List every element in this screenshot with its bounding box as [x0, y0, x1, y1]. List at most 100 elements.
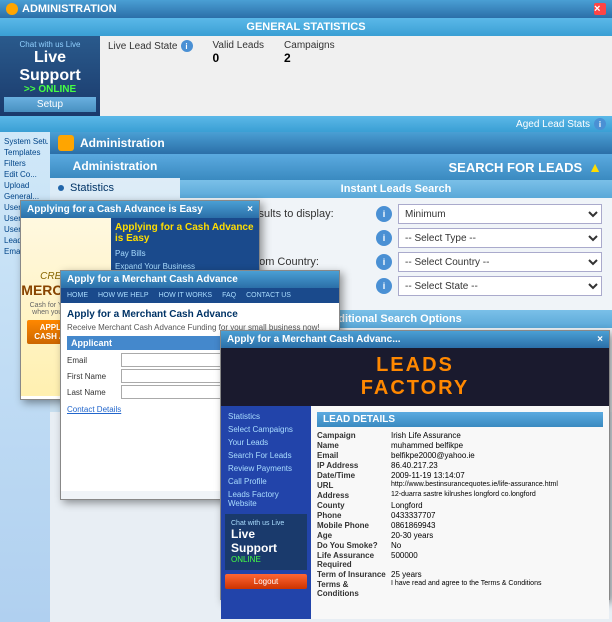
- stats-area: Live Lead State i Valid Leads 0 Campaign…: [100, 36, 612, 116]
- leads-logo: LEADS FACTORY: [231, 354, 599, 400]
- chat-text: Chat with us Live: [4, 40, 96, 49]
- leads-body: Statistics Select Campaigns Your Leads S…: [221, 406, 609, 619]
- live-text: LiveSupport: [4, 49, 96, 84]
- email-label-detail: Email: [317, 451, 387, 460]
- leads-left-nav: Statistics Select Campaigns Your Leads S…: [221, 406, 311, 619]
- sidebar-item-edit-co[interactable]: Edit Co...: [2, 169, 48, 180]
- smoke-label: Do You Smoke?: [317, 541, 387, 550]
- leads-live-text: Live Support: [231, 527, 301, 555]
- leads-nav-call-profile[interactable]: Call Profile: [225, 475, 307, 488]
- leads-nav-search-leads[interactable]: Search For Leads: [225, 449, 307, 462]
- credit-close-icon[interactable]: ×: [247, 204, 253, 215]
- leads-nav-website[interactable]: Leads Factory Website: [225, 488, 307, 510]
- url-label: URL: [317, 481, 387, 490]
- leads-nav-your-leads[interactable]: Your Leads: [225, 436, 307, 449]
- leads-details-grid: Campaign Irish Life Assurance Name muham…: [317, 431, 603, 598]
- county-value: Longford: [391, 501, 603, 510]
- email-value: belfikpe2000@yahoo.ie: [391, 451, 603, 460]
- merchant-nav-how-works[interactable]: HOW IT WORKS: [155, 290, 217, 301]
- info-icon-aged[interactable]: i: [594, 118, 606, 130]
- name-value: muhammed belfikpe: [391, 441, 603, 450]
- campaign-label: Campaign: [317, 431, 387, 440]
- online-text: >> ONLINE: [4, 84, 96, 95]
- valid-leads-value: 0: [213, 51, 265, 65]
- window-title: ADMINISTRATION: [22, 3, 117, 15]
- smoke-value: No: [391, 541, 603, 550]
- leads-logo-bar: LEADS FACTORY: [221, 348, 609, 406]
- admin-title-bar: Administration: [50, 132, 612, 154]
- leads-title-bar: Apply for a Merchant Cash Advanc... ×: [221, 331, 609, 348]
- credit-right-title: Applying for a Cash Advance is Easy: [115, 222, 255, 244]
- datetime-value: 2009-11-19 13:14:07: [391, 471, 603, 480]
- setup-button[interactable]: Setup: [4, 97, 96, 112]
- leads-details-bar: LEAD DETAILS: [317, 412, 603, 427]
- info-icon-state[interactable]: i: [376, 278, 392, 294]
- state-select[interactable]: -- Select State --: [398, 276, 602, 296]
- leads-nav-payments[interactable]: Review Payments: [225, 462, 307, 475]
- datetime-label: Date/Time: [317, 471, 387, 480]
- address-value: 12-duarra sastre kilrushes longford co.l…: [391, 491, 603, 500]
- search-icon: ▲: [588, 159, 602, 175]
- merchant-nav-contact[interactable]: CONTACT US: [242, 290, 295, 301]
- sidebar-item-templates[interactable]: Templates: [2, 147, 48, 158]
- leads-nav-statistics[interactable]: Statistics: [225, 410, 307, 423]
- leads-online-text: ONLINE: [231, 555, 301, 564]
- info-icon-results[interactable]: i: [376, 206, 392, 222]
- admin-icon-small: [6, 3, 18, 15]
- search-header: SEARCH FOR LEADS ▲: [180, 154, 612, 180]
- url-value: http://www.bestinsurancequotes.ie/life-a…: [391, 481, 603, 490]
- nav-statistics[interactable]: Statistics: [50, 178, 180, 198]
- lastname-label: Last Name: [67, 388, 117, 397]
- age-value: 20-30 years: [391, 531, 603, 540]
- sidebar-item-upload[interactable]: Upload: [2, 180, 48, 191]
- ip-value: 86.40.217.23: [391, 461, 603, 470]
- campaigns-value: 2: [284, 51, 335, 65]
- live-support-box: Chat with us Live LiveSupport >> ONLINE …: [0, 36, 100, 116]
- merchant-nav: HOME HOW WE HELP HOW IT WORKS FAQ CONTAC…: [61, 288, 339, 303]
- credit-title-bar: Applying for a Cash Advance is Easy ×: [21, 201, 259, 218]
- term-value: 25 years: [391, 570, 603, 579]
- general-stats-bar: GENERAL STATISTICS: [0, 18, 612, 36]
- country-select[interactable]: -- Select Country --: [398, 252, 602, 272]
- stats-row: Live Lead State i Valid Leads 0 Campaign…: [108, 40, 604, 65]
- firstname-label: First Name: [67, 372, 117, 381]
- close-icon[interactable]: ×: [594, 3, 606, 15]
- mobile-value: 0861869943: [391, 521, 603, 530]
- list-item-1: Pay Bills: [115, 248, 255, 261]
- merchant-heading: Apply for a Merchant Cash Advance: [67, 309, 333, 320]
- merchant-nav-how-help[interactable]: HOW WE HELP: [94, 290, 153, 301]
- life-assurance-value: 500000: [391, 551, 603, 569]
- leads-logout-button[interactable]: Logout: [225, 574, 307, 589]
- instant-search-bar: Instant Leads Search: [180, 180, 612, 198]
- phone-label: Phone: [317, 511, 387, 520]
- terms-value: I have read and agree to the Terms & Con…: [391, 580, 603, 598]
- live-lead-state-col: Live Lead State i: [108, 40, 193, 65]
- leads-live-support: Chat with us Live Live Support ONLINE: [225, 514, 307, 570]
- sidebar-item-filters[interactable]: Filters: [2, 158, 48, 169]
- mobile-label: Mobile Phone: [317, 521, 387, 530]
- merchant-nav-home[interactable]: HOME: [63, 290, 92, 301]
- email-label: Email: [67, 356, 117, 365]
- leads-main: LEAD DETAILS Campaign Irish Life Assuran…: [311, 406, 609, 619]
- merchant-title-bar: Apply for a Merchant Cash Advance: [61, 271, 339, 288]
- title-bar-left: ADMINISTRATION: [6, 3, 117, 15]
- sidebar-item-system-setup[interactable]: System Setup (Start HERE): [2, 136, 48, 147]
- ip-label: IP Address: [317, 461, 387, 470]
- title-bar: ADMINISTRATION ×: [0, 0, 612, 18]
- info-icon-1[interactable]: i: [181, 40, 193, 52]
- leads-nav-campaigns[interactable]: Select Campaigns: [225, 423, 307, 436]
- campaign-value: Irish Life Assurance: [391, 431, 603, 440]
- top-section: Chat with us Live LiveSupport >> ONLINE …: [0, 36, 612, 116]
- age-label: Age: [317, 531, 387, 540]
- results-select[interactable]: Minimum: [398, 204, 602, 224]
- live-lead-state-label: Live Lead State i: [108, 40, 193, 52]
- info-icon-type[interactable]: i: [376, 230, 392, 246]
- lead-type-select[interactable]: -- Select Type --: [398, 228, 602, 248]
- county-label: County: [317, 501, 387, 510]
- info-icon-country[interactable]: i: [376, 254, 392, 270]
- leads-close-icon[interactable]: ×: [597, 334, 603, 345]
- life-assurance-label: Life Assurance Required: [317, 551, 387, 569]
- terms-label: Terms & Conditions: [317, 580, 387, 598]
- merchant-nav-faq[interactable]: FAQ: [218, 290, 240, 301]
- valid-leads-label: Valid Leads: [213, 40, 265, 51]
